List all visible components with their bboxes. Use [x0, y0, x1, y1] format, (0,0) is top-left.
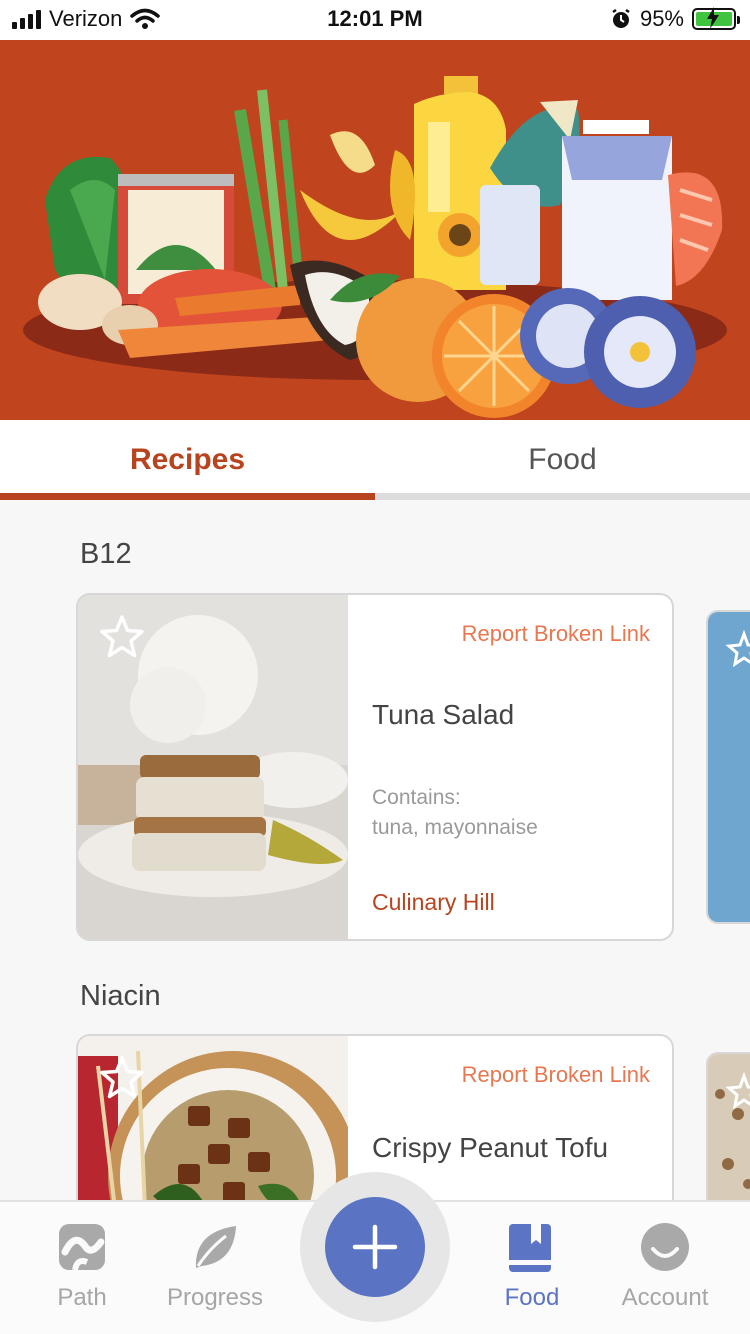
section-title-b12: B12: [80, 538, 132, 570]
hero-banner: [0, 40, 750, 420]
tab-recipes-indicator: [0, 493, 375, 500]
tab-recipes-label: Recipes: [129, 443, 246, 476]
recipe-name: Crispy Peanut Tofu: [372, 1132, 609, 1163]
tab-recipes[interactable]: Recipes: [0, 420, 375, 500]
alarm-icon: [612, 8, 630, 28]
recipe-source-link[interactable]: Culinary Hill: [372, 889, 495, 916]
nav-progress-label: Progress: [166, 1284, 264, 1311]
favorite-star-icon[interactable]: [98, 613, 146, 661]
recipe-name: Tuna Salad: [372, 699, 515, 730]
nav-path-label: Path: [57, 1284, 107, 1311]
nav-path[interactable]: Path: [17, 1202, 147, 1334]
recipe-food-tabs: Recipes Food: [0, 420, 750, 500]
account-icon: [641, 1223, 689, 1271]
nav-account-label: Account: [621, 1284, 709, 1311]
nav-food-label: Food: [504, 1284, 560, 1311]
tab-food[interactable]: Food: [375, 420, 750, 500]
section-title-niacin: Niacin: [80, 980, 161, 1012]
battery-percent: 95%: [639, 6, 684, 31]
groceries-illustration: [23, 76, 727, 418]
recipe-contains: Contains: tuna, mayonnaise: [372, 783, 538, 843]
book-icon: [509, 1224, 551, 1272]
recipe-card-tuna-salad[interactable]: Report Broken Link Tuna Salad Contains: …: [76, 593, 674, 941]
path-icon: [59, 1224, 105, 1271]
status-bar-right: 95%: [610, 6, 740, 32]
contains-ingredients: tuna, mayonnaise: [372, 816, 538, 839]
tab-food-label: Food: [528, 443, 597, 476]
favorite-star-icon[interactable]: [98, 1054, 146, 1102]
leaf-icon: [195, 1226, 236, 1268]
battery-icon: [692, 7, 740, 30]
tab-food-indicator: [375, 493, 750, 500]
nav-progress[interactable]: Progress: [150, 1202, 280, 1334]
report-broken-link-button[interactable]: Report Broken Link: [462, 621, 650, 647]
add-button[interactable]: [325, 1197, 425, 1297]
contains-label: Contains:: [372, 786, 461, 809]
report-broken-link-button[interactable]: Report Broken Link: [462, 1062, 650, 1088]
nav-account[interactable]: Account: [600, 1202, 730, 1334]
next-recipe-card-peek[interactable]: [706, 610, 750, 924]
nav-food[interactable]: Food: [467, 1202, 597, 1334]
plus-icon: [352, 1224, 398, 1270]
status-bar: Verizon 12:01 PM 95%: [0, 0, 750, 40]
